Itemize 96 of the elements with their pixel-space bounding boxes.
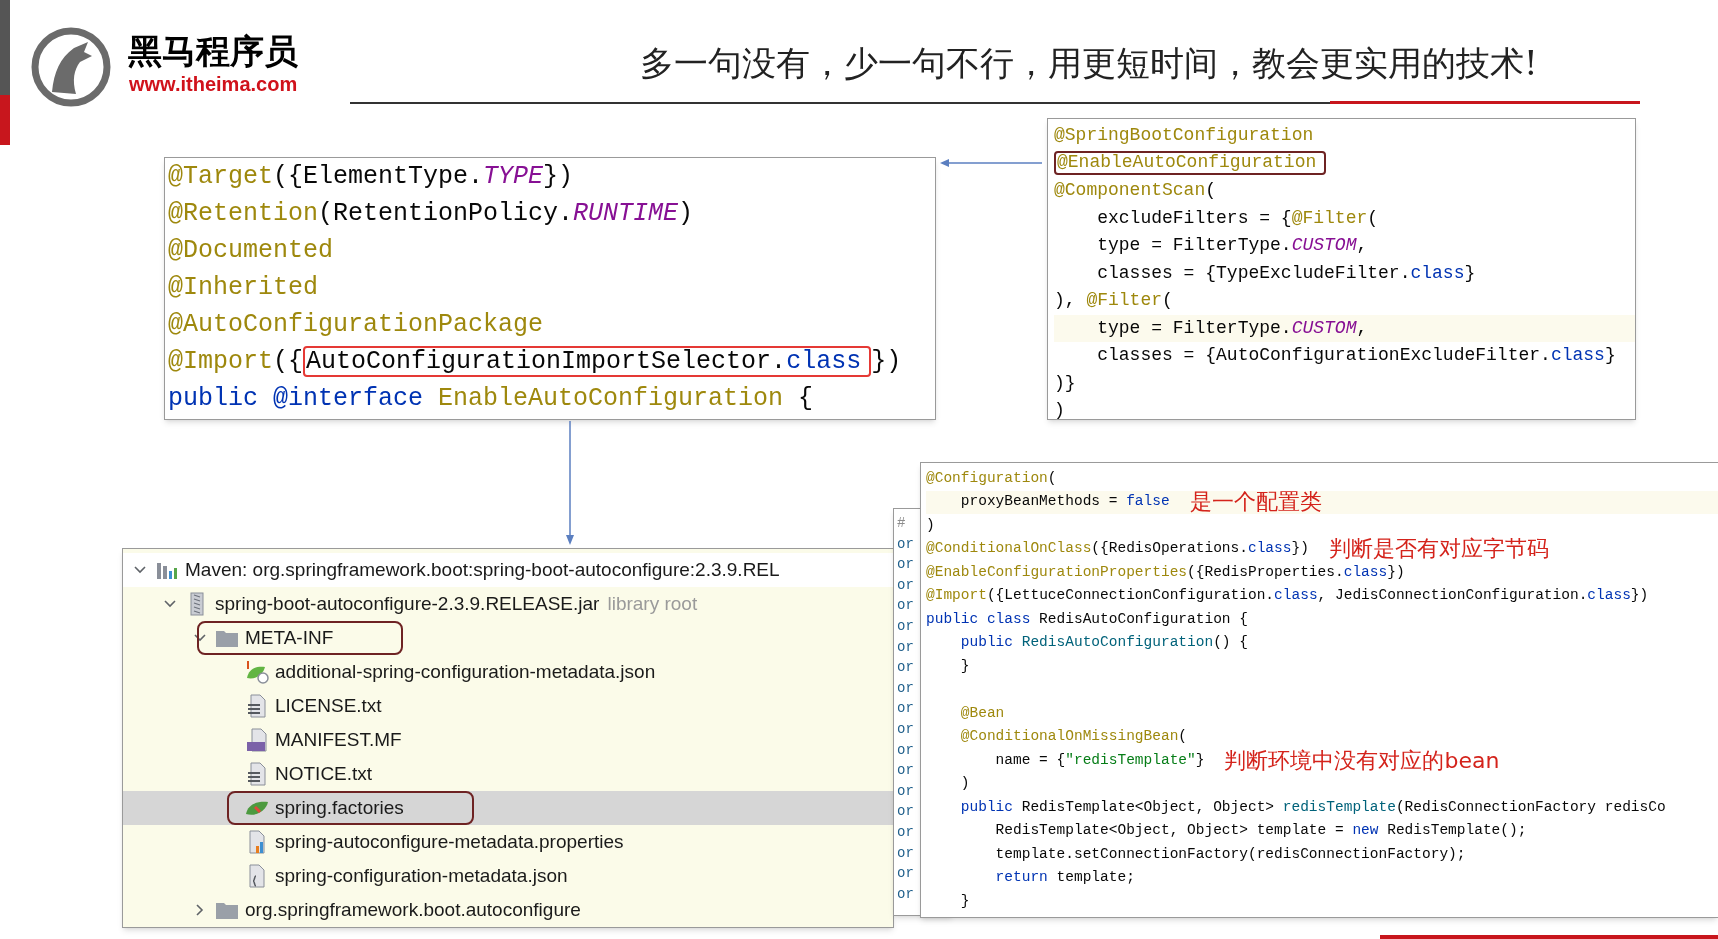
code-line: or — [897, 802, 914, 822]
tree-item-label: NOTICE.txt — [275, 761, 373, 786]
code-line: type = FilterType.CUSTOM, — [1096, 234, 1368, 258]
code-line: } — [959, 891, 970, 911]
tree-item-label: MANIFEST.MF — [275, 727, 402, 752]
document-icon — [247, 694, 267, 718]
code-line: type = FilterType.CUSTOM, — [1096, 316, 1368, 340]
tree-row[interactable]: spring-configuration-metadata.json — [123, 859, 893, 893]
code-line: or — [897, 699, 914, 719]
code-line: or — [897, 781, 914, 801]
code-line: or — [897, 534, 914, 554]
bar-chart-icon — [156, 560, 178, 580]
folder-icon — [215, 628, 239, 648]
code-line: name = {"redisTemplate"} — [994, 750, 1205, 770]
code-line: @Documented — [168, 234, 334, 267]
tree-row[interactable]: spring.factories — [123, 791, 893, 825]
tree-row[interactable]: spring-boot-autoconfigure-2.3.9.RELEASE.jar library root — [123, 587, 893, 621]
tree-row[interactable]: additional-spring-configuration-metadata.json — [123, 655, 893, 689]
code-line: public @interface EnableAutoConfiguration { — [168, 382, 814, 415]
code-line: @AutoConfigurationPackage — [168, 308, 544, 341]
code-line: classes = {AutoConfigurationExcludeFilter.class} — [1096, 344, 1616, 368]
document-icon — [247, 830, 267, 854]
tree-row[interactable]: META-INF — [123, 621, 893, 655]
code-line: or — [897, 843, 914, 863]
code-line: @Retention(RetentionPolicy.RUNTIME) — [168, 197, 694, 230]
code-line: or — [897, 555, 914, 575]
brand-url: www.itheima.com — [129, 74, 298, 94]
code-line: public class RedisAutoConfiguration { — [926, 609, 1248, 629]
code-line: or — [897, 616, 914, 636]
code-line: classes = {TypeExcludeFilter.class} — [1096, 261, 1476, 285]
code-line: public RedisAutoConfiguration() { — [959, 633, 1248, 653]
code-line: return template; — [994, 868, 1135, 888]
code-line: @ConditionalOnClass({RedisOperations.class}) — [926, 539, 1309, 559]
code-line: or — [897, 822, 914, 842]
code-line: or — [897, 637, 914, 657]
tree-item-label: spring-boot-autoconfigure-2.3.9.RELEASE.jar — [215, 591, 600, 616]
code-line: @Import({ — [168, 345, 304, 378]
code-line: or — [897, 658, 914, 678]
tree-row[interactable]: NOTICE.txt — [123, 757, 893, 791]
annotation-note: 判断是否有对应字节码 — [1328, 538, 1549, 561]
code-line: excludeFilters = {@Filter( — [1096, 206, 1379, 230]
tree-item-label: spring-configuration-metadata.json — [275, 863, 568, 888]
code-line: or — [897, 740, 914, 760]
tree-item-label: org.springframework.boot.autoconfigure — [245, 897, 581, 922]
code-line: @ConditionalOnMissingBean( — [959, 727, 1188, 747]
tree-row[interactable]: MANIFEST.MF — [123, 723, 893, 757]
code-line: RedisTemplate<Object, Object> template = new RedisTemplate(); — [994, 821, 1527, 841]
code-line: }) — [871, 345, 902, 378]
tree-item-label: spring-autoconfigure-metadata.properties — [275, 829, 624, 854]
document-icon — [246, 728, 268, 752]
code-line: ) — [926, 515, 935, 535]
code-line: template.setConnectionFactory(redisConnectionFactory); — [994, 844, 1466, 864]
leaf-icon — [245, 660, 269, 684]
code-line: or — [897, 864, 914, 884]
tree-row[interactable]: Maven: org.springframework.boot:spring-boot-autoconfigure:2.3.9.REL — [123, 553, 893, 587]
highlight-box: @EnableAutoConfiguration — [1054, 151, 1327, 176]
code-line: @ComponentScan( — [1054, 179, 1217, 203]
annotation-note: 判断环境中没有对应的bean — [1224, 749, 1500, 772]
code-line: or — [897, 678, 914, 698]
folder-icon — [215, 900, 239, 920]
code-line: @Inherited — [168, 271, 319, 304]
code-line: @EnableConfigurationProperties({RedisProperties.class}) — [926, 562, 1405, 582]
code-line: @Bean — [959, 703, 1005, 723]
code-line: @SpringBootConfiguration — [1054, 124, 1314, 148]
code-line: } — [959, 656, 970, 676]
slogan: 多一句没有，少一句不行，用更短时间，教会更实用的技术! — [640, 46, 1538, 80]
code-line: @Import({LettuceConnectionConfiguration.class, JedisConnectionConfiguration.class}) — [926, 586, 1649, 606]
tree-item-hint: library root — [607, 591, 698, 616]
code-line: or — [897, 719, 914, 739]
tree-item-label: Maven: org.springframework.boot:spring-boot-autoconfigure:2.3.9.REL — [185, 557, 780, 582]
code-line: ) — [959, 774, 970, 794]
code-line: @Target({ElementType.TYPE}) — [168, 160, 574, 193]
code-line: proxyBeanMethods = false — [959, 492, 1170, 512]
tree-row[interactable]: LICENSE.txt — [123, 689, 893, 723]
code-line: public RedisTemplate<Object, Object> redisTemplate(RedisConnectionFactory redisCo — [959, 797, 1666, 817]
tree-row[interactable]: org.springframework.boot.autoconfigure — [123, 893, 893, 927]
code-line: or — [897, 596, 914, 616]
document-icon — [247, 864, 267, 888]
document-icon — [247, 762, 267, 786]
annotation-note: 是一个配置类 — [1189, 491, 1322, 514]
code-line: )} — [1054, 371, 1076, 395]
code-line: @Configuration( — [926, 468, 1057, 488]
code-line: or — [897, 761, 914, 781]
tree-item-label: LICENSE.txt — [275, 693, 382, 718]
highlight-box: AutoConfigurationImportSelector.class — [303, 345, 872, 378]
code-line: ) — [1054, 399, 1065, 419]
code-line: or — [897, 884, 914, 904]
code-line: or — [897, 575, 914, 595]
code-line: ), @Filter( — [1054, 289, 1173, 313]
code-line: # — [897, 514, 906, 533]
tree-row[interactable]: spring-autoconfigure-metadata.properties — [123, 825, 893, 859]
tree-item-label: additional-spring-configuration-metadata.json — [275, 659, 656, 684]
tree-item-label: META-INF — [245, 625, 334, 650]
tree-item-label: spring.factories — [275, 795, 404, 820]
brand-name: 黑马程序员 — [128, 34, 298, 68]
jar-icon — [190, 592, 204, 616]
